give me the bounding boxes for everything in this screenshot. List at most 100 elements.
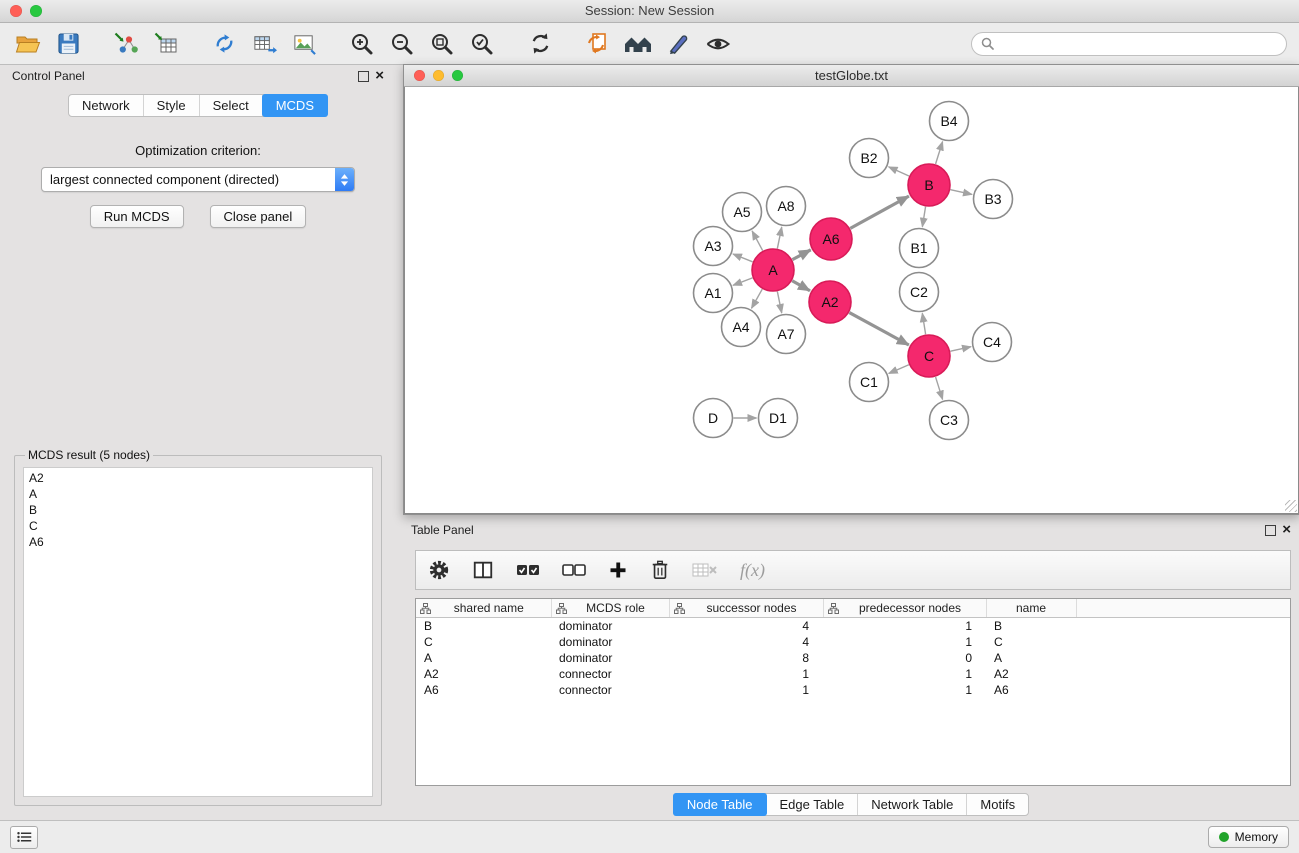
table-row[interactable]: A2connector11A2 <box>416 666 1290 682</box>
search-input[interactable] <box>1000 36 1277 52</box>
delete-column-icon[interactable] <box>650 559 670 581</box>
open-session-icon[interactable] <box>578 27 618 61</box>
criterion-dropdown[interactable]: largest connected component (directed) <box>41 167 355 192</box>
zoom-fit-icon[interactable] <box>422 27 462 61</box>
network-minimize-button[interactable] <box>433 70 444 81</box>
export-image-icon[interactable] <box>284 27 324 61</box>
node-B4[interactable]: B4 <box>930 102 969 141</box>
node-B1[interactable]: B1 <box>900 229 939 268</box>
result-item[interactable]: A2 <box>29 470 367 486</box>
panel-menu-button[interactable] <box>10 826 38 849</box>
column-header-name[interactable]: name <box>986 599 1076 618</box>
tab-motifs[interactable]: Motifs <box>967 794 1028 815</box>
result-item[interactable]: C <box>29 518 367 534</box>
edge-C-C4[interactable] <box>950 347 971 352</box>
table-row[interactable]: Cdominator41C <box>416 634 1290 650</box>
edge-A-A7[interactable] <box>777 292 781 313</box>
table-float-panel-icon[interactable] <box>1265 525 1276 536</box>
node-C3[interactable]: C3 <box>930 401 969 440</box>
search-field[interactable] <box>971 32 1287 56</box>
node-C4[interactable]: C4 <box>973 323 1012 362</box>
table-row[interactable]: A6connector11A6 <box>416 682 1290 698</box>
node-A1[interactable]: A1 <box>694 274 733 313</box>
tab-node-table[interactable]: Node Table <box>673 793 768 816</box>
node-B3[interactable]: B3 <box>974 180 1013 219</box>
zoom-selected-icon[interactable] <box>462 27 502 61</box>
edge-A-A4[interactable] <box>752 289 763 308</box>
edge-A-A3[interactable] <box>733 254 753 262</box>
node-A8[interactable]: A8 <box>767 187 806 226</box>
table-row[interactable]: Bdominator41B <box>416 618 1290 635</box>
edge-A-A2[interactable] <box>792 281 810 291</box>
edge-A-A8[interactable] <box>777 227 781 248</box>
node-C1[interactable]: C1 <box>850 363 889 402</box>
result-item[interactable]: A6 <box>29 534 367 550</box>
network-zoom-button[interactable] <box>452 70 463 81</box>
import-table-icon[interactable] <box>146 27 186 61</box>
tab-network-table[interactable]: Network Table <box>858 794 967 815</box>
tab-select[interactable]: Select <box>200 95 263 116</box>
close-window-button[interactable] <box>10 5 22 17</box>
node-A7[interactable]: A7 <box>767 315 806 354</box>
edge-A-A6[interactable] <box>792 250 810 260</box>
edge-B-B1[interactable] <box>922 207 925 227</box>
result-item[interactable]: B <box>29 502 367 518</box>
edge-C-C1[interactable] <box>889 365 909 374</box>
network-close-button[interactable] <box>414 70 425 81</box>
show-graphics-details-icon[interactable] <box>698 27 738 61</box>
node-A2[interactable]: A2 <box>809 281 851 323</box>
float-panel-icon[interactable] <box>358 71 369 82</box>
export-table-icon[interactable] <box>244 27 284 61</box>
edge-C-C3[interactable] <box>936 377 943 399</box>
show-columns-icon[interactable] <box>472 559 494 581</box>
edge-B-B2[interactable] <box>889 167 909 176</box>
network-window-titlebar[interactable]: testGlobe.txt <box>404 65 1299 87</box>
import-network-icon[interactable] <box>106 27 146 61</box>
column-header-shared-name[interactable]: shared name <box>416 599 551 618</box>
edge-A6-B[interactable] <box>850 196 909 228</box>
node-D1[interactable]: D1 <box>759 399 798 438</box>
create-column-icon[interactable] <box>608 560 628 580</box>
zoom-out-icon[interactable] <box>382 27 422 61</box>
node-A3[interactable]: A3 <box>694 227 733 266</box>
run-mcds-button[interactable]: Run MCDS <box>90 205 184 228</box>
node-A6[interactable]: A6 <box>810 218 852 260</box>
tab-network[interactable]: Network <box>69 95 144 116</box>
close-panel-icon[interactable]: × <box>375 70 384 82</box>
edge-A-A5[interactable] <box>752 231 762 251</box>
column-header-MCDS-role[interactable]: MCDS role <box>551 599 669 618</box>
annotation-icon[interactable] <box>658 27 698 61</box>
node-A[interactable]: A <box>752 249 794 291</box>
table-settings-icon[interactable] <box>428 559 450 581</box>
zoom-in-icon[interactable] <box>342 27 382 61</box>
tab-mcds[interactable]: MCDS <box>262 94 328 117</box>
edge-A2-C[interactable] <box>849 313 908 345</box>
node-C2[interactable]: C2 <box>900 273 939 312</box>
mcds-result-list[interactable]: A2ABCA6 <box>23 467 373 797</box>
home-icon[interactable] <box>618 27 658 61</box>
edge-A-A1[interactable] <box>733 278 752 285</box>
node-C[interactable]: C <box>908 335 950 377</box>
tab-style[interactable]: Style <box>144 95 200 116</box>
window-resize-handle[interactable] <box>1285 500 1297 512</box>
edge-C-C2[interactable] <box>922 313 925 334</box>
tab-edge-table[interactable]: Edge Table <box>766 794 858 815</box>
table-row[interactable]: Adominator80A <box>416 650 1290 666</box>
edge-B-B4[interactable] <box>936 142 943 164</box>
select-all-columns-icon[interactable] <box>516 563 540 577</box>
save-session-icon[interactable] <box>48 27 88 61</box>
node-B2[interactable]: B2 <box>850 139 889 178</box>
column-header-successor-nodes[interactable]: successor nodes <box>669 599 823 618</box>
node-D[interactable]: D <box>694 399 733 438</box>
open-file-icon[interactable] <box>8 27 48 61</box>
node-B[interactable]: B <box>908 164 950 206</box>
memory-button[interactable]: Memory <box>1208 826 1289 848</box>
zoom-window-button[interactable] <box>30 5 42 17</box>
refresh-layout-icon[interactable] <box>520 27 560 61</box>
node-A4[interactable]: A4 <box>722 308 761 347</box>
export-network-icon[interactable] <box>204 27 244 61</box>
network-canvas[interactable]: A A1 A2 A3 A4 A5 A6 A7 A8 B B1 B2 B3B4 C C1 C2 C3C4 D D1 <box>404 87 1299 514</box>
table-close-panel-icon[interactable]: × <box>1282 524 1291 536</box>
edge-B-B3[interactable] <box>950 190 972 195</box>
node-A5[interactable]: A5 <box>723 193 762 232</box>
